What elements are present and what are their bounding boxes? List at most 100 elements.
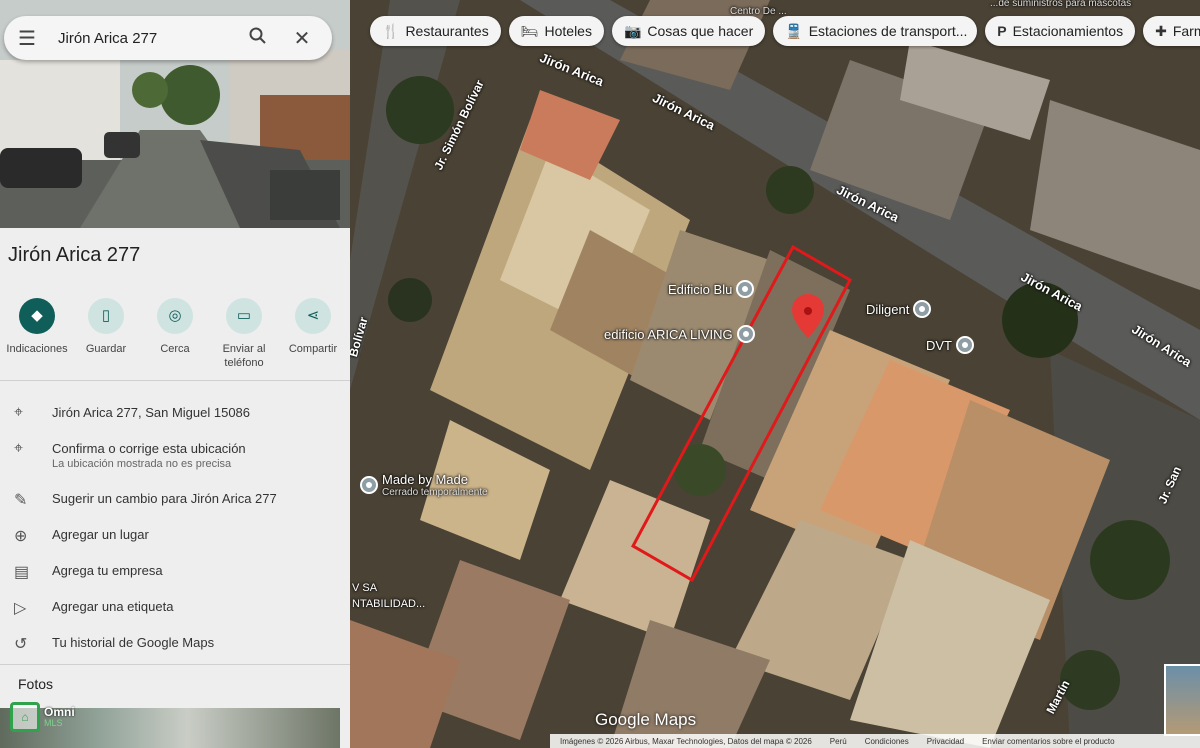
chip-label: Estacionamientos: [1012, 23, 1124, 39]
chip-farmacias[interactable]: ✚ Farm ›: [1143, 16, 1200, 46]
close-icon[interactable]: ✕: [288, 26, 316, 51]
photos-heading: Fotos: [18, 676, 54, 692]
action-label: Cerca: [160, 343, 190, 355]
omni-mls-watermark: ⌂ Omni MLS: [10, 702, 75, 732]
search-icon[interactable]: [244, 27, 272, 50]
label-icon: ▷: [14, 600, 27, 617]
storefront-icon: ▤: [14, 564, 30, 581]
menu-icon[interactable]: ☰: [18, 26, 40, 51]
maps-history-text: Tu historial de Google Maps: [52, 635, 215, 650]
share-icon: ⋖: [295, 298, 331, 334]
hotel-icon: 🛏: [520, 22, 539, 39]
action-label: Enviar al teléfono: [222, 343, 266, 369]
poi-arica-living[interactable]: edificio ARICA LIVING: [604, 325, 755, 343]
poi-pin-icon: [956, 336, 974, 354]
transit-icon: 🚆: [785, 22, 803, 39]
watermark-name: Omni: [44, 705, 75, 719]
google-maps-logo: Google Maps: [595, 710, 697, 729]
chip-label: Cosas que hacer: [647, 23, 754, 39]
nearby-icon: ◎: [157, 298, 193, 334]
poi-label: DVT: [926, 337, 952, 353]
footer-privacy[interactable]: Privacidad: [927, 737, 964, 746]
google-maps-screen: 🍴 Restaurantes 🛏 Hoteles 📷 Cosas que hac…: [0, 0, 1200, 748]
action-buttons: ◆ Indicaciones ▯ Guardar ◎ Cerca ▭ Envia…: [4, 298, 346, 370]
footer-attribution: Imágenes © 2026 Airbus, Maxar Technologi…: [560, 736, 812, 746]
satellite-imagery: [350, 0, 1200, 748]
place-info-list: ⌖ Jirón Arica 277, San Miguel 15086 ⌖ Co…: [0, 396, 350, 662]
map-top-right-label: ...de suministros para mascotas: [990, 0, 1132, 9]
place-panel: ☰ Jirón Arica 277 ✕ Jirón Arica 277 ◆ In…: [0, 0, 350, 748]
add-location-icon: ⊕: [14, 528, 28, 545]
poi-status: Cerrado temporalmente: [382, 487, 488, 498]
parking-icon: P: [997, 23, 1007, 39]
add-label-row[interactable]: ▷ Agregar una etiqueta: [0, 590, 350, 626]
divider: [0, 664, 350, 665]
footer-terms[interactable]: Condiciones: [865, 737, 909, 746]
footer-country[interactable]: Perú: [830, 737, 847, 746]
pharmacy-icon: ✚: [1155, 22, 1167, 39]
chip-label: Estaciones de transport...: [808, 23, 968, 39]
confirm-title: Confirma o corrige esta ubicación: [52, 441, 246, 456]
poi-pin-icon: [913, 300, 932, 318]
save-button[interactable]: ▯ Guardar: [73, 298, 139, 370]
add-business-row[interactable]: ▤ Agrega tu empresa: [0, 554, 350, 590]
chip-restaurantes[interactable]: 🍴 Restaurantes: [370, 16, 501, 46]
search-input[interactable]: Jirón Arica 277: [58, 30, 244, 47]
add-label-text: Agregar una etiqueta: [52, 599, 174, 614]
chip-cosas-que-hacer[interactable]: 📷 Cosas que hacer: [611, 16, 766, 46]
chip-label: Hoteles: [544, 23, 592, 39]
send-to-phone-icon: ▭: [226, 298, 262, 334]
action-label: Compartir: [288, 343, 338, 355]
add-place-row[interactable]: ⊕ Agregar un lugar: [0, 518, 350, 554]
restaurant-icon: 🍴: [382, 22, 400, 39]
divider: [0, 380, 350, 381]
poi-dvt[interactable]: DVT: [926, 336, 974, 354]
poi-made-by-made[interactable]: Made by Made Cerrado temporalmente: [360, 472, 488, 498]
bookmark-icon: ▯: [88, 298, 124, 334]
add-business-text: Agrega tu empresa: [52, 563, 163, 578]
maps-history-row[interactable]: ↺ Tu historial de Google Maps: [0, 626, 350, 662]
chip-label: Restaurantes: [405, 23, 489, 39]
share-button[interactable]: ⋖ Compartir: [280, 298, 346, 370]
poi-label: Edificio Blu: [668, 281, 733, 297]
nearby-button[interactable]: ◎ Cerca: [142, 298, 208, 370]
history-icon: ↺: [14, 636, 28, 653]
search-box[interactable]: ☰ Jirón Arica 277 ✕: [4, 16, 332, 60]
directions-button[interactable]: ◆ Indicaciones: [4, 298, 70, 370]
camera-icon: 📷: [623, 22, 642, 39]
satellite-map[interactable]: 🍴 Restaurantes 🛏 Hoteles 📷 Cosas que hac…: [350, 0, 1200, 748]
poi-edificio-blu[interactable]: Edificio Blu: [668, 280, 755, 298]
address-text: Jirón Arica 277, San Miguel 15086: [52, 405, 251, 420]
confirm-subtitle: La ubicación mostrada no es precisa: [52, 458, 232, 470]
layers-toggle[interactable]: [1164, 664, 1200, 736]
poi-label: Made by Made: [382, 472, 468, 487]
watermark-sub: MLS: [44, 718, 63, 728]
chip-estaciones-transporte[interactable]: 🚆 Estaciones de transport...: [773, 16, 978, 46]
directions-icon: ◆: [19, 298, 55, 334]
poi-pin-icon: [736, 325, 755, 343]
map-footer: Imágenes © 2026 Airbus, Maxar Technologi…: [550, 734, 1200, 748]
footer-feedback[interactable]: Enviar comentarios sobre el producto: [982, 737, 1115, 746]
location-pin-icon: ⌖: [14, 404, 24, 421]
house-logo-icon: ⌂: [10, 702, 40, 732]
poi-cut-label: NTABILIDAD...: [352, 598, 426, 610]
address-row[interactable]: ⌖ Jirón Arica 277, San Miguel 15086: [0, 396, 350, 432]
poi-diligent[interactable]: Diligent: [866, 300, 932, 318]
poi-label: edificio ARICA LIVING: [604, 326, 733, 342]
confirm-location-row[interactable]: ⌖ Confirma o corrige esta ubicación La u…: [0, 432, 350, 482]
chip-label: Farm: [1172, 23, 1200, 39]
location-pin-icon: ⌖: [14, 440, 24, 457]
send-to-phone-button[interactable]: ▭ Enviar al teléfono: [211, 298, 277, 370]
action-label: Indicaciones: [6, 343, 68, 355]
poi-label: Diligent: [866, 301, 910, 317]
poi-cut-label: V SA: [352, 582, 378, 594]
poi-pin-icon: [736, 280, 755, 298]
category-chips: 🍴 Restaurantes 🛏 Hoteles 📷 Cosas que hac…: [370, 16, 1200, 46]
add-place-text: Agregar un lugar: [52, 527, 149, 542]
chip-hoteles[interactable]: 🛏 Hoteles: [508, 16, 604, 46]
action-label: Guardar: [85, 343, 127, 355]
lock-pin-icon: [360, 476, 378, 494]
suggest-edit-row[interactable]: ✎ Sugerir un cambio para Jirón Arica 277: [0, 482, 350, 518]
chip-estacionamientos[interactable]: P Estacionamientos: [985, 16, 1136, 46]
pencil-icon: ✎: [14, 492, 28, 509]
